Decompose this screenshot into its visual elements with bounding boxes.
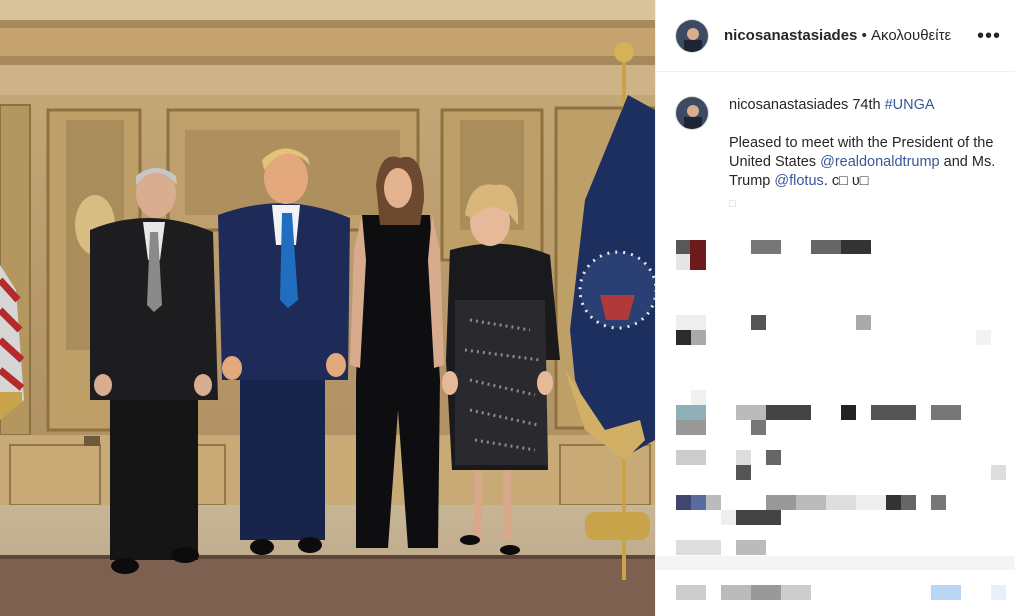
caption-body: nicosanastasiades 74th #UNGA Pleased to … bbox=[729, 96, 1001, 207]
comment-divider bbox=[656, 556, 1015, 570]
post-photo[interactable] bbox=[0, 0, 655, 616]
pixel-block bbox=[676, 405, 706, 420]
pixel-block bbox=[811, 240, 841, 254]
pixel-block bbox=[676, 540, 721, 555]
avatar-image bbox=[676, 97, 708, 129]
caption-prefix: 74th bbox=[852, 97, 881, 113]
pixel-block bbox=[856, 315, 871, 330]
avatar-image bbox=[676, 19, 708, 52]
pixel-block bbox=[766, 405, 811, 420]
mention-realdonaldtrump[interactable]: @realdonaldtrump bbox=[820, 154, 940, 170]
pixel-block bbox=[751, 315, 766, 330]
pixel-block bbox=[766, 450, 781, 465]
pixel-block bbox=[751, 240, 781, 254]
avatar[interactable] bbox=[675, 18, 709, 53]
pixel-block bbox=[736, 450, 751, 465]
pixel-block bbox=[691, 330, 706, 345]
mention-flotus[interactable]: @flotus bbox=[774, 173, 823, 189]
pixel-block bbox=[931, 585, 961, 600]
pixel-block bbox=[676, 585, 706, 600]
pixel-block bbox=[766, 495, 796, 510]
pixel-block bbox=[736, 540, 766, 555]
pixel-block bbox=[721, 510, 736, 525]
follow-status[interactable]: Ακολουθείτε bbox=[871, 27, 951, 44]
pixel-block bbox=[781, 585, 811, 600]
post-sidebar: nicosanastasiades • Ακολουθείτε ••• nico… bbox=[655, 0, 1015, 616]
pixel-block bbox=[691, 495, 706, 510]
separator-dot: • bbox=[861, 27, 867, 44]
caption-username[interactable]: nicosanastasiades bbox=[729, 97, 848, 113]
more-options-icon[interactable]: ••• bbox=[977, 26, 1001, 46]
caption-first-line: nicosanastasiades 74th #UNGA bbox=[729, 96, 1001, 115]
post-image bbox=[0, 0, 655, 616]
pixel-block bbox=[886, 495, 901, 510]
caption-text: Pleased to meet with the President of th… bbox=[729, 134, 1001, 191]
pixel-block bbox=[856, 495, 886, 510]
username-link[interactable]: nicosanastasiades bbox=[724, 27, 857, 44]
pixel-block bbox=[691, 390, 706, 405]
pixel-block bbox=[676, 495, 691, 510]
pixel-block bbox=[751, 420, 766, 435]
hashtag-link[interactable]: #UNGA bbox=[885, 97, 935, 113]
pixel-block bbox=[676, 330, 691, 345]
pixel-block bbox=[676, 240, 690, 254]
pixel-block bbox=[751, 585, 781, 600]
pixel-block bbox=[931, 495, 946, 510]
post-caption: nicosanastasiades 74th #UNGA Pleased to … bbox=[675, 96, 1001, 207]
pixel-block bbox=[841, 405, 856, 420]
pixel-block bbox=[736, 405, 766, 420]
pixel-block bbox=[676, 450, 706, 465]
pixel-block bbox=[991, 465, 1006, 480]
pixel-block bbox=[931, 405, 961, 420]
pixel-block bbox=[841, 240, 871, 254]
caption-suffix: . c□ υ□ bbox=[823, 173, 869, 189]
pixel-block bbox=[976, 330, 991, 345]
pixel-block bbox=[736, 510, 781, 525]
post-header: nicosanastasiades • Ακολουθείτε ••• bbox=[656, 0, 1015, 72]
post-header-user: nicosanastasiades • Ακολουθείτε bbox=[724, 27, 951, 44]
pixel-block bbox=[736, 465, 751, 480]
pixel-block bbox=[826, 495, 856, 510]
pixel-block bbox=[706, 495, 721, 510]
pixel-block bbox=[690, 240, 706, 270]
pixel-block bbox=[721, 585, 751, 600]
pixel-block bbox=[676, 254, 690, 270]
pixel-block bbox=[676, 420, 706, 435]
caption-partial: □ bbox=[729, 198, 736, 207]
caption-avatar[interactable] bbox=[675, 96, 709, 130]
pixel-block bbox=[796, 495, 826, 510]
pixel-block bbox=[871, 405, 916, 420]
pixel-block bbox=[991, 585, 1006, 600]
pixel-block bbox=[901, 495, 916, 510]
